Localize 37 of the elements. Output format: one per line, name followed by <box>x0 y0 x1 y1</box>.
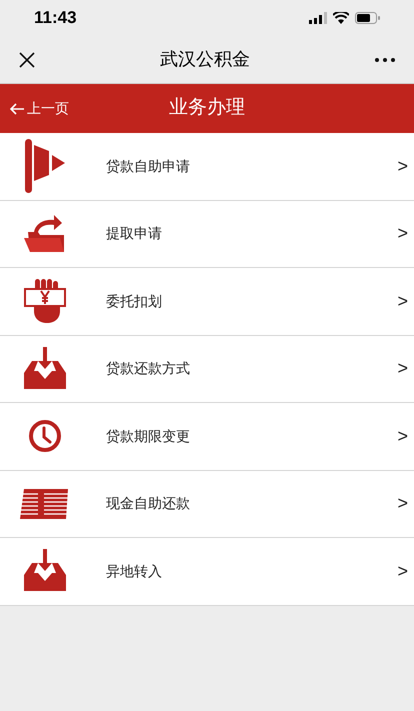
chevron: > <box>397 290 408 313</box>
money-stack-icon <box>20 488 70 519</box>
chevron: > <box>397 357 408 380</box>
more-icon <box>375 58 395 62</box>
menu-row[interactable]: 贷款还款方式 > <box>0 336 414 403</box>
chevron: > <box>397 154 408 178</box>
flag-icon <box>23 139 67 194</box>
menu-label: 现金自助还款 <box>106 494 191 514</box>
status-time: 11:43 <box>34 7 77 30</box>
menu-label: 贷款自助申请 <box>106 156 191 176</box>
menu-row[interactable]: 贷款自助申请 > <box>0 133 414 200</box>
close-button[interactable] <box>18 50 36 68</box>
chevron: > <box>397 424 408 448</box>
battery-icon <box>355 12 380 24</box>
menu-row[interactable]: 提取申请 > <box>0 200 414 268</box>
wifi-icon <box>333 12 349 24</box>
menu-row[interactable]: 现金自助还款 > <box>0 470 414 538</box>
menu-row[interactable]: 委托扣划 > <box>0 268 414 336</box>
chevron: > <box>397 492 408 516</box>
hand-money-icon <box>24 279 66 324</box>
chevron: > <box>397 222 408 246</box>
menu-label: 贷款还款方式 <box>106 359 191 378</box>
clock-icon <box>28 419 62 454</box>
menu-row[interactable]: 异地转入 > <box>0 538 414 606</box>
menu-row[interactable]: 贷款期限变更 > <box>0 403 414 470</box>
folder-icon <box>24 214 66 254</box>
menu-label: 异地转入 <box>106 562 163 581</box>
menu-label: 委托扣划 <box>106 292 163 311</box>
close-icon <box>19 52 35 68</box>
back-link[interactable]: 上一页 <box>10 98 69 119</box>
page-title: 武汉公积金 <box>160 48 250 71</box>
chevron: > <box>397 560 408 583</box>
menu-label: 提取申请 <box>106 224 163 244</box>
menu-label: 贷款期限变更 <box>106 426 191 446</box>
back-arrow-icon <box>10 102 24 114</box>
section-title: 业务办理 <box>169 96 245 120</box>
signal-icon <box>309 12 327 24</box>
